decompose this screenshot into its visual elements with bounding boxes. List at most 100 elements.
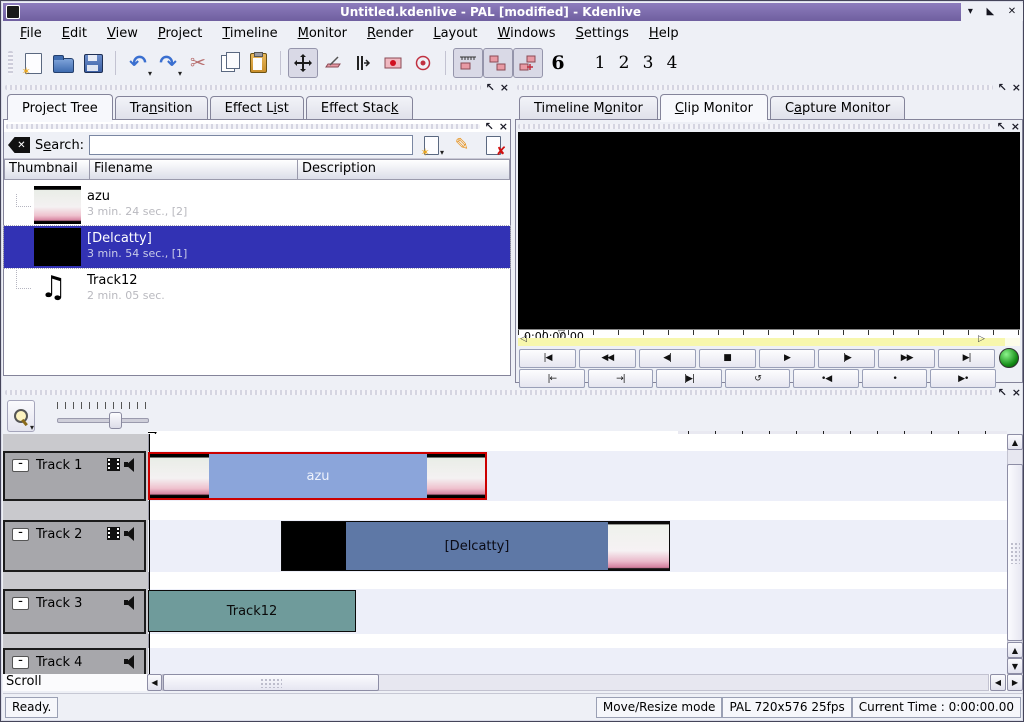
zone-start-button[interactable]: |←: [519, 369, 585, 388]
zoom-slider-handle[interactable]: [109, 412, 122, 429]
cut-button[interactable]: ✂: [183, 48, 213, 78]
razor-tool-button[interactable]: [318, 48, 348, 78]
copy-button[interactable]: [213, 48, 243, 78]
dock-close-icon[interactable]: ×: [1012, 387, 1021, 398]
tab-project-tree[interactable]: Project Tree: [7, 94, 113, 120]
collapse-track-button[interactable]: –: [12, 656, 29, 669]
zone-start-marker[interactable]: ◁: [520, 335, 527, 344]
column-filename[interactable]: Filename: [90, 159, 298, 180]
video-track-icon[interactable]: [107, 527, 120, 540]
frame-forward-button[interactable]: |▶: [818, 349, 875, 368]
next-marker-button[interactable]: ▶•: [930, 369, 996, 388]
redo-button[interactable]: ↷▾: [153, 48, 183, 78]
menu-settings[interactable]: Settings: [567, 24, 638, 43]
speaker-icon[interactable]: [124, 458, 138, 471]
hscroll-left-button-2[interactable]: ◀: [990, 674, 1006, 691]
menu-windows[interactable]: Windows: [489, 24, 565, 43]
monitor-ruler[interactable]: 0:00:00.00 ▽: [518, 329, 1020, 338]
column-thumbnail[interactable]: Thumbnail: [4, 159, 90, 180]
track-4-lane[interactable]: [148, 648, 1007, 674]
paste-button[interactable]: [243, 48, 273, 78]
rewind-button[interactable]: ◀◀: [579, 349, 636, 368]
dock-close-icon[interactable]: ×: [1011, 121, 1020, 132]
scroll-up-button[interactable]: ▲: [1007, 434, 1023, 450]
clip-row-delcatty[interactable]: [Delcatty] 3 min. 54 sec., [1]: [4, 226, 510, 268]
dock-float-icon[interactable]: ↖: [997, 121, 1006, 132]
scroll-left-button[interactable]: ◀: [147, 674, 162, 691]
scroll-up-button-2[interactable]: ▲: [1007, 642, 1023, 658]
dock-close-icon[interactable]: ×: [1012, 82, 1021, 93]
spacer-tool-button[interactable]: [348, 48, 378, 78]
tab-effect-list[interactable]: Effect List: [210, 96, 304, 120]
new-project-button[interactable]: ✶: [18, 48, 48, 78]
dock-float-icon[interactable]: ↖: [998, 82, 1007, 93]
shade-button[interactable]: ▾: [968, 7, 973, 17]
column-description[interactable]: Description: [298, 159, 510, 180]
tab-timeline-monitor[interactable]: Timeline Monitor: [519, 96, 658, 120]
video-track-icon[interactable]: [107, 458, 120, 471]
undo-button[interactable]: ↶▾: [123, 48, 153, 78]
search-input[interactable]: [89, 135, 413, 155]
monitor-video-area[interactable]: [518, 132, 1020, 329]
scroll-down-button[interactable]: ▼: [1007, 658, 1023, 674]
horizontal-scroll-thumb[interactable]: [163, 674, 379, 691]
collapse-track-button[interactable]: –: [12, 528, 29, 541]
show-clip-markers-toggle[interactable]: [513, 48, 543, 78]
tab-effect-stack[interactable]: Effect Stack: [306, 96, 414, 120]
save-project-button[interactable]: [78, 48, 108, 78]
clear-search-button[interactable]: ✕: [8, 137, 30, 153]
project-dock-handle[interactable]: ↖ ×: [5, 82, 509, 92]
menu-edit[interactable]: Edit: [53, 24, 96, 43]
timeline-zoom-button[interactable]: ▾: [7, 400, 35, 432]
zone-end-button[interactable]: →|: [588, 369, 654, 388]
tab-capture-monitor[interactable]: Capture Monitor: [770, 96, 905, 120]
speaker-icon[interactable]: [124, 596, 138, 609]
menu-help[interactable]: Help: [640, 24, 688, 43]
dock-grip[interactable]: [5, 85, 481, 90]
track-3-header[interactable]: – Track 3: [3, 589, 146, 634]
speaker-icon[interactable]: [124, 527, 138, 540]
dock-grip[interactable]: [518, 124, 992, 129]
add-clip-button[interactable]: ✶▾: [418, 134, 444, 156]
go-to-start-button[interactable]: |◀: [519, 349, 576, 368]
maximize-button[interactable]: ◣: [986, 7, 994, 17]
track-4-header[interactable]: – Track 4: [3, 648, 146, 674]
clip-row-track12[interactable]: ♫ Track12 2 min. 05 sec.: [4, 268, 510, 310]
close-button[interactable]: ✕: [1008, 7, 1016, 17]
fast-forward-button[interactable]: ▶▶: [878, 349, 935, 368]
project-tree-inner-handle[interactable]: ↖ ×: [6, 121, 508, 131]
clip-row-azu[interactable]: azu 3 min. 24 sec., [2]: [4, 184, 510, 226]
snap-to-clips-toggle[interactable]: [483, 48, 513, 78]
menu-project[interactable]: Project: [149, 24, 212, 43]
layout-1-button[interactable]: 1: [588, 53, 612, 73]
frame-back-button[interactable]: ◀|: [639, 349, 696, 368]
fit-zoom-button[interactable]: 6: [543, 48, 573, 78]
track-1-header[interactable]: – Track 1: [3, 451, 146, 501]
dock-float-icon[interactable]: ↖: [998, 387, 1007, 398]
track-2-header[interactable]: – Track 2: [3, 520, 146, 572]
menu-layout[interactable]: Layout: [424, 24, 486, 43]
move-tool-button[interactable]: [288, 48, 318, 78]
layout-4-button[interactable]: 4: [660, 53, 684, 73]
dock-grip[interactable]: [517, 85, 993, 90]
tab-clip-monitor[interactable]: Clip Monitor: [660, 94, 768, 120]
add-marker-button[interactable]: •: [862, 369, 928, 388]
timeline-clip-track12[interactable]: Track12: [148, 590, 356, 632]
play-button[interactable]: ▶: [759, 349, 816, 368]
previous-marker-button[interactable]: •◀: [793, 369, 859, 388]
vertical-scroll-thumb[interactable]: [1007, 464, 1023, 641]
dock-float-icon[interactable]: ↖: [485, 121, 494, 132]
layout-3-button[interactable]: 3: [636, 53, 660, 73]
dock-close-icon[interactable]: ×: [500, 82, 509, 93]
show-ruler-marks-toggle[interactable]: [453, 48, 483, 78]
layout-2-button[interactable]: 2: [612, 53, 636, 73]
timeline-dock-handle[interactable]: ↖ ×: [5, 387, 1021, 397]
timeline-clip-delcatty[interactable]: [Delcatty]: [281, 521, 670, 571]
go-to-end-button[interactable]: ▶|: [938, 349, 995, 368]
hscroll-right-button[interactable]: ▶: [1007, 674, 1023, 691]
zoom-slider-groove[interactable]: [57, 418, 149, 423]
edit-clip-button[interactable]: ✎: [449, 134, 475, 156]
record-button[interactable]: [408, 48, 438, 78]
menu-view[interactable]: View: [98, 24, 147, 43]
menu-monitor[interactable]: Monitor: [289, 24, 356, 43]
